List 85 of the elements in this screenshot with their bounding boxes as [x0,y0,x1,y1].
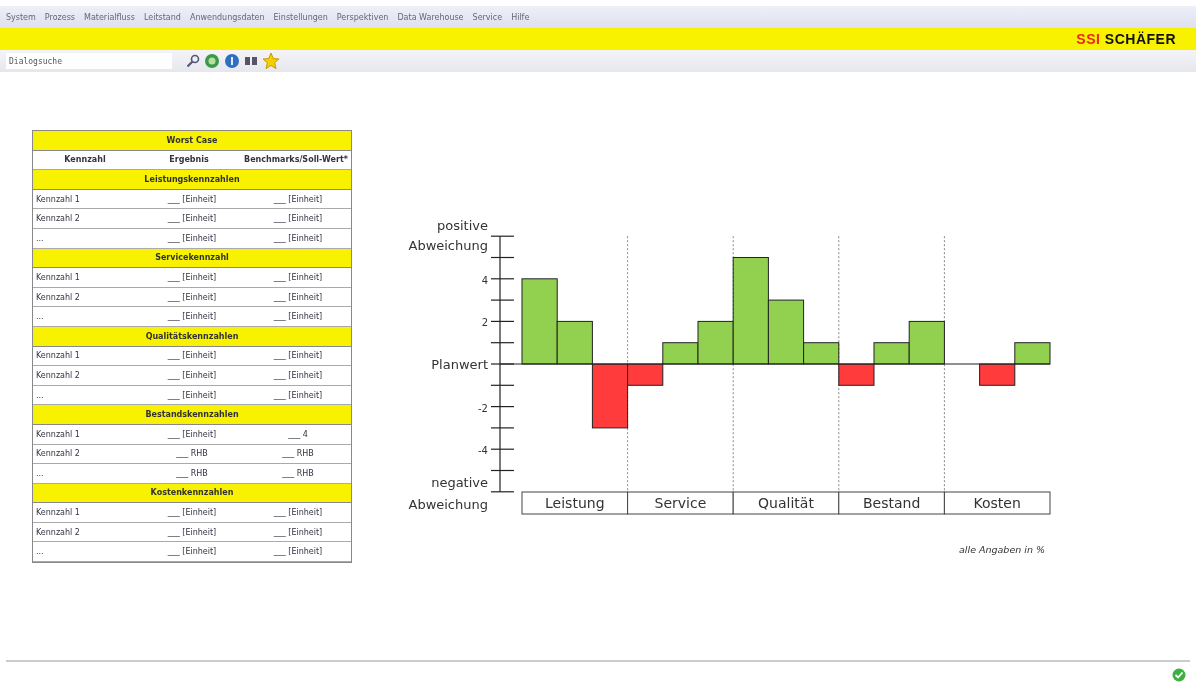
table-cell-text: ___ RHB [175,468,209,478]
table-cell-text: ___ [Einheit] [272,370,324,380]
tick-label: -4 [478,445,488,457]
star-icon[interactable] [262,52,280,70]
table-cell-text: ___ [Einheit] [166,527,218,537]
menu-item[interactable]: Service [472,12,503,22]
table-cell-text: ___ [Einheit] [166,292,218,302]
search-icon[interactable] [186,54,200,68]
menu-item[interactable]: Anwendungsdaten [189,12,265,22]
table-cell-text: ___ [Einheit] [272,547,324,557]
search-field[interactable]: Dialogsuche [6,53,172,69]
table-cell-text: ___ [Einheit] [272,351,324,361]
table-cell-text: ___ [Einheit] [166,390,218,400]
table-cell-text: Kennzahl 1 [35,429,81,439]
tick-label: 2 [481,317,488,329]
table-cell-text: ___ [Einheit] [272,272,324,282]
table-cell-text: ___ [Einheit] [272,390,324,400]
table-cell-text: ___ [Einheit] [166,233,218,243]
table-cell-text: ___ 4 [287,429,309,439]
logo: SSI SCHÄFER [1076,31,1176,47]
table-cell-text: Kennzahl 2 [35,292,81,302]
section-header: Bestandskennzahlen [33,405,351,425]
section-header: Leistungskennzahlen [33,170,351,190]
grid-icon[interactable] [244,55,258,67]
table-cell-text: ... [35,390,45,400]
table-cell-text: ___ RHB [281,449,315,459]
section-header: Qualitätskennzahlen [33,326,351,347]
table-cell-text: ___ [Einheit] [272,508,324,518]
category-label: Service [654,495,707,511]
table-cell-text: ___ [Einheit] [272,292,324,302]
column-header: Ergebnis [168,155,210,165]
table-cell-text: Kennzahl 1 [35,272,81,282]
table-cell-text: Kennzahl 1 [35,194,81,204]
table-cell-text: ___ [Einheit] [166,508,218,518]
axis-label: Abweichung [408,497,488,512]
table-cell-text: Kennzahl 1 [35,508,81,518]
axis-label: positive [437,218,488,233]
table-cell-text: ___ [Einheit] [166,312,218,322]
menu-item[interactable]: Prozess [44,12,75,22]
axis-label: negative [431,475,488,490]
table-title: Worst Case [33,131,351,151]
menu-item[interactable]: Einstellungen [273,12,328,22]
menu-item[interactable]: System [6,12,36,22]
table-cell-text: Kennzahl 2 [35,527,81,537]
menu-item[interactable]: Materialfluss [84,12,135,22]
info-icon[interactable] [224,53,240,69]
menu-item[interactable]: Perspektiven [336,12,389,22]
table-cell-text: ... [35,312,45,322]
table-cell-text: ___ [Einheit] [272,214,324,224]
category-label: Kosten [973,495,1021,511]
column-header: Kennzahl [63,155,107,165]
table-cell-text: ___ [Einheit] [272,527,324,537]
table-cell-text: ___ [Einheit] [166,370,218,380]
table-cell-text: ___ [Einheit] [166,429,218,439]
menu-item[interactable]: Data Warehouse [397,12,464,22]
table-cell-text: ___ [Einheit] [272,194,324,204]
table-cell-text: ... [35,468,45,478]
category-label: Qualität [758,495,814,511]
category-label: Leistung [545,495,605,511]
table-cell-text: ___ RHB [175,449,209,459]
table-cell-text: ___ [Einheit] [166,272,218,282]
table-cell-text: Kennzahl 2 [35,449,81,459]
menu-item[interactable]: Hilfe [511,12,530,22]
table-cell-text: ___ [Einheit] [166,547,218,557]
table-cell-text: ___ [Einheit] [272,312,324,322]
tick-label: 4 [481,274,488,286]
section-header: Servicekennzahl [33,248,351,269]
section-header: Kostenkennzahlen [33,483,351,504]
table-cell-text: Kennzahl 2 [35,370,81,380]
table-cell-text: ___ [Einheit] [272,233,324,243]
table-cell-text: ... [35,547,45,557]
axis-label: Abweichung [408,238,488,253]
category-label: Bestand [862,495,921,511]
table-cell-text: ___ RHB [281,468,315,478]
table-cell-text: Kennzahl 2 [35,214,81,224]
chart-note: alle Angaben in % [959,544,1045,555]
table-cell-text: ___ [Einheit] [166,351,218,361]
tick-label: -2 [478,402,488,414]
menu-item[interactable]: Leitstand [143,12,181,22]
column-header: Benchmarks/Soll-Wert* [243,155,349,165]
table-cell-text: Kennzahl 1 [35,351,81,361]
table-cell-text: ... [35,233,45,243]
table-cell-text: ___ [Einheit] [166,194,218,204]
tick-label: Planwert [431,357,488,372]
table-cell-text: ___ [Einheit] [166,214,218,224]
